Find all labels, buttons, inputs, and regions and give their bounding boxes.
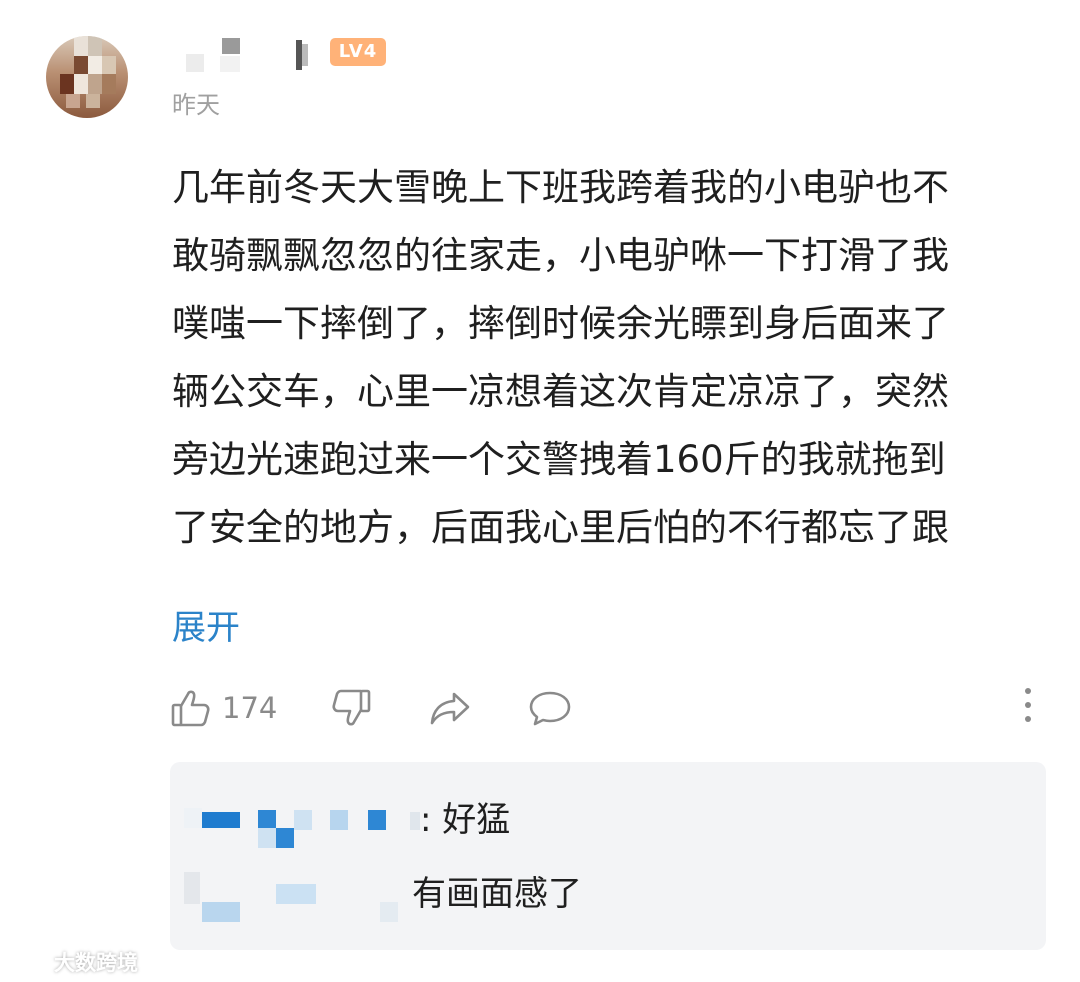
avatar-pixel [88,36,102,56]
share-arrow-icon [426,685,474,731]
level-badge: LV4 [330,38,386,66]
like-button[interactable]: 174 [168,682,277,734]
watermark-text: 大数跨境 [54,950,138,975]
timestamp: 昨天 [172,91,220,119]
reply-author-pixel [258,810,276,830]
comment-line: 旁边光速跑过来一个交警拽着160斤的我就拖到 [172,438,946,481]
username-pixel [186,54,204,72]
avatar-pixel [88,74,102,94]
watermark-logo-icon [10,946,54,977]
reply-author[interactable] [184,802,424,852]
speech-bubble-icon [526,685,574,731]
reply-author-pixel [294,810,312,830]
reply-author[interactable] [184,872,414,928]
reply-author-pixel [202,812,240,828]
reply-author-pixel [184,872,200,904]
username-pixel [220,56,240,72]
reply-author-pixel [202,902,240,922]
avatar-pixel [88,56,102,74]
avatar-pixel [74,74,88,94]
avatar-pixel [66,94,80,108]
comment-line: 辆公交车，心里一凉想着这次肯定凉凉了，突然 [172,370,949,413]
reply-author-pixel [330,810,348,830]
reply-author-pixel [184,808,202,828]
more-dot [1025,716,1031,722]
more-dot [1025,702,1031,708]
reply-author-pixel [368,810,386,830]
comment-line: 了安全的地方，后面我心里后怕的不行都忘了跟 [172,506,949,549]
more-vertical-icon[interactable] [1022,688,1034,728]
reply-list[interactable]: : 好猛 有画面感了 [170,762,1046,950]
comment-line: 噗嗤一下摔倒了，摔倒时候余光瞟到身后面来了 [172,302,949,345]
avatar-pixel [102,56,116,74]
watermark: 大数跨境 [10,946,138,977]
more-dot [1025,688,1031,694]
reply-text: 有画面感了 [412,874,582,914]
avatar-pixel [86,94,100,108]
like-count: 174 [222,691,278,725]
comment-text: 几年前冬天大雪晚上下班我跨着我的小电驴也不 敢骑飘飘忽忽的往家走，小电驴咻一下打… [172,154,1052,562]
reply-author-pixel [276,884,316,904]
reply-author-pixel [276,828,294,848]
avatar-pixel [60,74,74,94]
share-button[interactable] [426,682,474,734]
reply-author-pixel [410,812,420,830]
avatar-pixel [74,36,88,56]
avatar-pixel [74,56,88,74]
thumbs-down-icon [328,685,374,731]
action-bar: 174 [168,682,1048,734]
avatar[interactable] [46,36,128,118]
expand-link[interactable]: 展开 [172,604,240,652]
dislike-button[interactable] [328,682,374,734]
reply-button[interactable] [526,682,574,734]
username[interactable] [182,36,322,76]
thumbs-up-icon [168,685,214,731]
reply-text: : 好猛 [420,800,511,840]
username-pixel [222,38,240,54]
avatar-pixel [102,74,116,94]
comment-line: 敢骑飘飘忽忽的往家走，小电驴咻一下打滑了我 [172,234,949,277]
reply-author-pixel [380,902,398,922]
reply-author-pixel [258,828,276,848]
comment-line: 几年前冬天大雪晚上下班我跨着我的小电驴也不 [172,166,949,209]
username-pixel [302,44,308,66]
